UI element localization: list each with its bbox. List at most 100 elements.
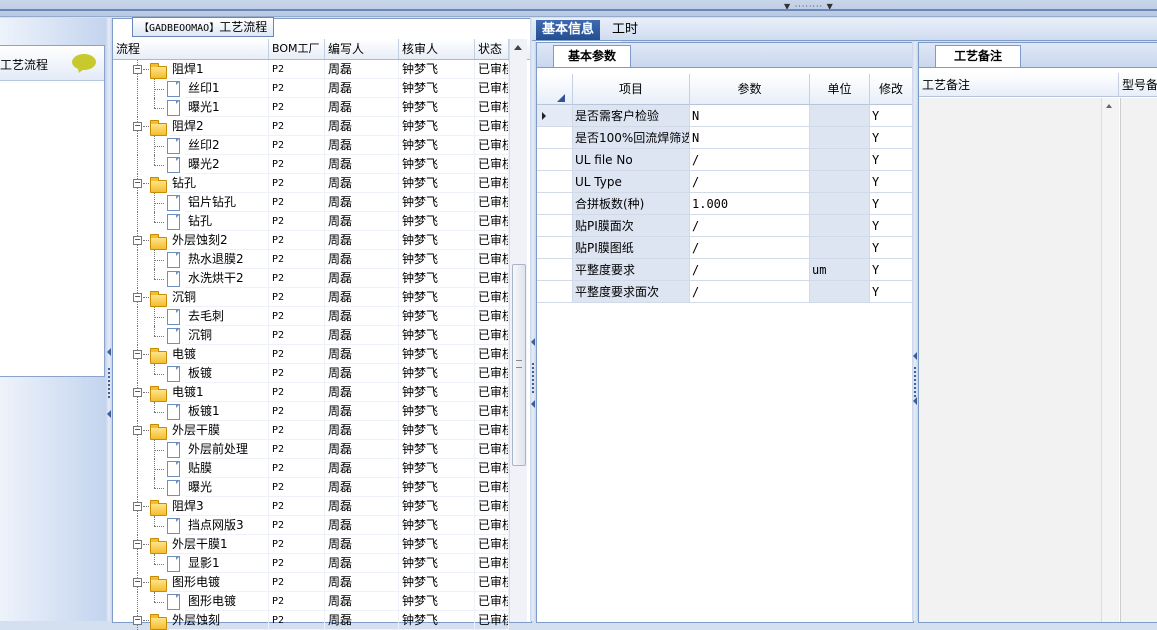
collapse-toggle-icon[interactable]: − [133,578,142,587]
table-row[interactable]: 板镀1P2周磊钟梦飞已审核 [113,402,509,421]
reviewer-cell[interactable]: 钟梦飞 [399,592,475,611]
bom-factory-cell[interactable]: P2 [269,117,325,136]
collapse-toggle-icon[interactable]: − [133,388,142,397]
bom-factory-cell[interactable]: P2 [269,459,325,478]
reviewer-cell[interactable]: 钟梦飞 [399,269,475,288]
writer-cell[interactable]: 周磊 [325,459,399,478]
row-header[interactable] [537,193,573,215]
table-row[interactable]: − 外层干膜P2周磊钟梦飞已审核 [113,421,509,440]
collapse-arrow-icon[interactable] [531,400,535,408]
flow-name-cell[interactable]: 丝印1 [185,79,269,98]
flow-name-cell[interactable]: 板镀 [185,364,269,383]
bom-factory-cell[interactable]: P2 [269,573,325,592]
process-note-textarea[interactable] [919,98,1119,622]
select-all-corner-icon[interactable] [557,94,565,102]
reviewer-cell[interactable]: 钟梦飞 [399,250,475,269]
subtab-process-notes[interactable]: 工艺备注 [935,45,1022,67]
flow-name-cell[interactable]: 曝光2 [185,155,269,174]
param-value-cell[interactable]: / [690,237,810,259]
reviewer-cell[interactable]: 钟梦飞 [399,364,475,383]
status-cell[interactable]: 已审核 [475,402,509,421]
col-header-status[interactable]: 状态 [475,39,509,59]
flow-name-cell[interactable]: 外层干膜 [169,421,269,440]
bom-factory-cell[interactable]: P2 [269,288,325,307]
bom-factory-cell[interactable]: P2 [269,269,325,288]
flow-name-cell[interactable]: 去毛刺 [185,307,269,326]
table-row[interactable]: 去毛刺P2周磊钟梦飞已审核 [113,307,509,326]
tab-basic-info[interactable]: 基本信息 [536,20,601,40]
param-modify-cell[interactable]: Y [870,127,913,149]
row-header[interactable] [537,171,573,193]
table-row[interactable]: 平整度要求面次 / Y [537,281,913,303]
writer-cell[interactable]: 周磊 [325,345,399,364]
writer-cell[interactable]: 周磊 [325,307,399,326]
writer-cell[interactable]: 周磊 [325,478,399,497]
writer-cell[interactable]: 周磊 [325,440,399,459]
table-row[interactable]: 图形电镀P2周磊钟梦飞已审核 [113,592,509,611]
writer-cell[interactable]: 周磊 [325,554,399,573]
param-value-cell[interactable]: N [690,127,810,149]
collapse-left-arrow-icon[interactable] [107,410,111,418]
splitter-grip-icon[interactable] [914,367,916,397]
collapse-toggle-icon[interactable]: − [133,122,142,131]
flow-name-cell[interactable]: 曝光 [185,478,269,497]
row-header[interactable] [537,259,573,281]
flow-name-cell[interactable]: 阻焊2 [169,117,269,136]
table-row[interactable]: − 图形电镀P2周磊钟梦飞已审核 [113,573,509,592]
bom-factory-cell[interactable]: P2 [269,231,325,250]
bom-factory-cell[interactable]: P2 [269,516,325,535]
flow-name-cell[interactable]: 沉铜 [169,288,269,307]
table-row[interactable]: 铝片钻孔P2周磊钟梦飞已审核 [113,193,509,212]
table-row[interactable]: − 阻焊3P2周磊钟梦飞已审核 [113,497,509,516]
collapse-toggle-icon[interactable]: − [133,350,142,359]
bom-factory-cell[interactable]: P2 [269,250,325,269]
param-unit-cell[interactable] [810,171,870,193]
param-value-cell[interactable]: 1.000 [690,193,810,215]
writer-cell[interactable]: 周磊 [325,421,399,440]
collapse-toggle-icon[interactable]: − [133,502,142,511]
status-cell[interactable]: 已审核 [475,497,509,516]
bom-factory-cell[interactable]: P2 [269,345,325,364]
flow-name-cell[interactable]: 阻焊1 [169,60,269,79]
table-row[interactable]: − 电镀P2周磊钟梦飞已审核 [113,345,509,364]
reviewer-cell[interactable]: 钟梦飞 [399,383,475,402]
col-header-modify[interactable]: 修改 [870,74,913,105]
table-row[interactable]: − 钻孔P2周磊钟梦飞已审核 [113,174,509,193]
bom-factory-cell[interactable]: P2 [269,478,325,497]
table-row[interactable]: 外层前处理P2周磊钟梦飞已审核 [113,440,509,459]
bom-factory-cell[interactable]: P2 [269,98,325,117]
writer-cell[interactable]: 周磊 [325,231,399,250]
status-cell[interactable]: 已审核 [475,98,509,117]
flow-name-cell[interactable]: 丝印2 [185,136,269,155]
flow-name-cell[interactable]: 电镀 [169,345,269,364]
writer-cell[interactable]: 周磊 [325,174,399,193]
status-cell[interactable]: 已审核 [475,250,509,269]
flow-name-cell[interactable]: 沉铜 [185,326,269,345]
status-cell[interactable]: 已审核 [475,155,509,174]
row-header[interactable] [537,215,573,237]
status-cell[interactable]: 已审核 [475,440,509,459]
writer-cell[interactable]: 周磊 [325,79,399,98]
reviewer-cell[interactable]: 钟梦飞 [399,212,475,231]
reviewer-cell[interactable]: 钟梦飞 [399,117,475,136]
scroll-up-arrow-icon[interactable] [514,45,522,50]
table-row[interactable]: UL file No / Y [537,149,913,171]
row-header[interactable] [537,237,573,259]
param-value-cell[interactable]: / [690,215,810,237]
reviewer-cell[interactable]: 钟梦飞 [399,478,475,497]
writer-cell[interactable]: 周磊 [325,326,399,345]
bom-factory-cell[interactable]: P2 [269,421,325,440]
col-header-writer[interactable]: 编写人 [325,39,399,59]
scroll-up-arrow-icon[interactable] [1106,104,1112,108]
speech-bubble-icon[interactable] [72,54,96,70]
writer-cell[interactable]: 周磊 [325,364,399,383]
collapse-left-arrow-icon[interactable] [107,348,111,356]
reviewer-cell[interactable]: 钟梦飞 [399,136,475,155]
writer-cell[interactable]: 周磊 [325,497,399,516]
reviewer-cell[interactable]: 钟梦飞 [399,421,475,440]
reviewer-cell[interactable]: 钟梦飞 [399,155,475,174]
table-row[interactable]: 挡点网版3P2周磊钟梦飞已审核 [113,516,509,535]
table-row[interactable]: − 沉铜P2周磊钟梦飞已审核 [113,288,509,307]
nav-header[interactable]: 工艺流程 [0,46,104,81]
splitter-grip-icon[interactable] [532,363,534,393]
